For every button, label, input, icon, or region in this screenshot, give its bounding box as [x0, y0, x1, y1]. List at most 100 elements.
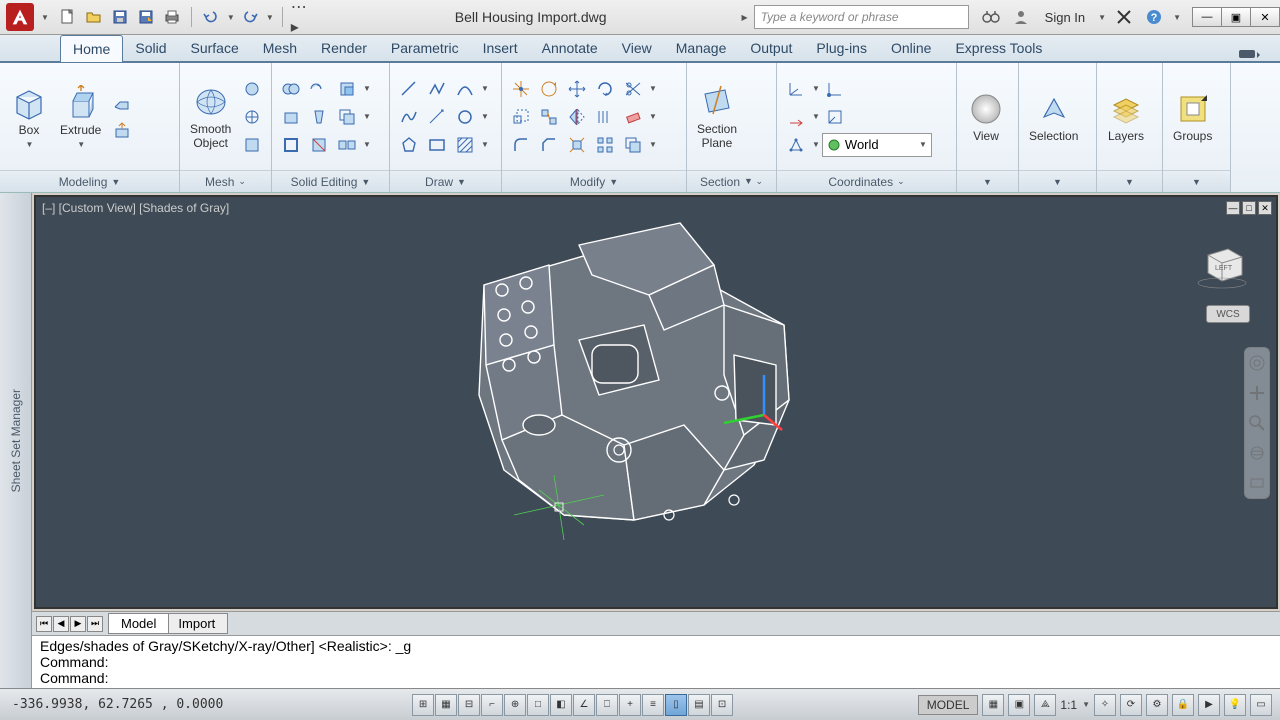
- save-icon[interactable]: [109, 6, 131, 28]
- undo-drop-icon[interactable]: ▼: [227, 13, 235, 22]
- modelspace-button[interactable]: MODEL: [918, 695, 979, 715]
- user-icon[interactable]: [1009, 5, 1033, 29]
- arc-button[interactable]: [452, 76, 478, 102]
- copy-button[interactable]: [620, 132, 646, 158]
- tab-manage[interactable]: Manage: [664, 35, 739, 61]
- offset-button[interactable]: [592, 104, 618, 130]
- hatch-button[interactable]: [452, 132, 478, 158]
- polygon-button[interactable]: [396, 132, 422, 158]
- rectangle-button[interactable]: [424, 132, 450, 158]
- maximize-button[interactable]: ▣: [1221, 7, 1251, 27]
- infer-constraints-button[interactable]: ⊞: [412, 694, 434, 716]
- help-drop-icon[interactable]: ▼: [1173, 13, 1181, 22]
- ucs-x-button[interactable]: [783, 104, 809, 130]
- clean-screen-button[interactable]: ▭: [1250, 694, 1272, 716]
- sheet-set-bar[interactable]: Sheet Set Manager: [0, 193, 32, 688]
- redo-icon[interactable]: [239, 6, 261, 28]
- wcs-badge[interactable]: WCS: [1206, 305, 1250, 323]
- redo-drop-icon[interactable]: ▼: [266, 13, 274, 22]
- separate-button[interactable]: [334, 132, 360, 158]
- navigation-bar[interactable]: [1244, 347, 1270, 499]
- ucs-view-button[interactable]: [822, 104, 848, 130]
- offset-face-button[interactable]: [334, 104, 360, 130]
- qp-button[interactable]: ▤: [688, 694, 710, 716]
- hardware-accel-button[interactable]: ▶: [1198, 694, 1220, 716]
- tab-insert[interactable]: Insert: [471, 35, 530, 61]
- dyn-button[interactable]: +: [619, 694, 641, 716]
- chamfer-button[interactable]: [536, 132, 562, 158]
- qat-more-icon[interactable]: ⋯▸: [291, 6, 313, 28]
- signin-link[interactable]: Sign In: [1039, 10, 1091, 25]
- polar-button[interactable]: ⊕: [504, 694, 526, 716]
- layers-panel-button[interactable]: Layers: [1103, 88, 1149, 145]
- binoculars-icon[interactable]: [979, 5, 1003, 29]
- groups-panel-button[interactable]: Groups: [1169, 88, 1216, 145]
- otrack-button[interactable]: ∠: [573, 694, 595, 716]
- viewcube[interactable]: LEFT: [1194, 237, 1250, 289]
- ucs-world-button[interactable]: [822, 76, 848, 102]
- search-input[interactable]: Type a keyword or phrase: [754, 5, 969, 29]
- grid-button[interactable]: ⊟: [458, 694, 480, 716]
- rotate3d-button[interactable]: [536, 76, 562, 102]
- viewport-min-button[interactable]: —: [1226, 201, 1240, 215]
- signin-drop-icon[interactable]: ▼: [1098, 13, 1106, 22]
- tab-annotate[interactable]: Annotate: [530, 35, 610, 61]
- mirror-button[interactable]: [564, 104, 590, 130]
- ray-button[interactable]: [424, 104, 450, 130]
- print-icon[interactable]: [161, 6, 183, 28]
- quickview-layouts-button[interactable]: ▦: [982, 694, 1004, 716]
- undo-icon[interactable]: [200, 6, 222, 28]
- tab-first-button[interactable]: ⏮: [36, 616, 52, 632]
- isolate-button[interactable]: 💡: [1224, 694, 1246, 716]
- move-button[interactable]: [564, 76, 590, 102]
- ucs-3point-button[interactable]: [783, 132, 809, 158]
- explode-button[interactable]: [564, 132, 590, 158]
- circle-button[interactable]: [452, 104, 478, 130]
- tab-output[interactable]: Output: [738, 35, 804, 61]
- ducs-button[interactable]: ⎕: [596, 694, 618, 716]
- taper-face-button[interactable]: [306, 104, 332, 130]
- annovisibility-button[interactable]: ✧: [1094, 694, 1116, 716]
- tab-mesh[interactable]: Mesh: [251, 35, 309, 61]
- close-button[interactable]: ✕: [1250, 7, 1280, 27]
- trim-button[interactable]: [620, 76, 646, 102]
- viewport-max-button[interactable]: □: [1242, 201, 1256, 215]
- command-line[interactable]: Edges/shades of Gray/SKetchy/X-ray/Other…: [32, 635, 1280, 688]
- erase-button[interactable]: [620, 104, 646, 130]
- polysolid-button[interactable]: [109, 90, 135, 116]
- tab-solid[interactable]: Solid: [123, 35, 178, 61]
- array-button[interactable]: [592, 132, 618, 158]
- rotate-button[interactable]: [592, 76, 618, 102]
- saveas-icon[interactable]: [135, 6, 157, 28]
- extrude-face-button[interactable]: [278, 104, 304, 130]
- steering-wheel-icon[interactable]: [1248, 354, 1266, 372]
- coord-system-select[interactable]: World ▼: [822, 133, 932, 157]
- align-button[interactable]: [536, 104, 562, 130]
- tab-last-button[interactable]: ⏭: [87, 616, 103, 632]
- app-logo-icon[interactable]: [6, 3, 34, 31]
- tpy-button[interactable]: ▯: [665, 694, 687, 716]
- orbit-icon[interactable]: [1248, 444, 1266, 462]
- layout-tab-import[interactable]: Import: [165, 613, 228, 634]
- new-icon[interactable]: [57, 6, 79, 28]
- ribbon-options-icon[interactable]: [1238, 47, 1260, 61]
- smooth-object-button[interactable]: Smooth Object: [186, 81, 235, 151]
- minimize-button[interactable]: —: [1192, 7, 1222, 27]
- tab-online[interactable]: Online: [879, 35, 943, 61]
- tab-surface[interactable]: Surface: [179, 35, 251, 61]
- line-button[interactable]: [396, 76, 422, 102]
- tab-render[interactable]: Render: [309, 35, 379, 61]
- spline-button[interactable]: [396, 104, 422, 130]
- tab-home[interactable]: Home: [60, 35, 123, 62]
- tab-parametric[interactable]: Parametric: [379, 35, 471, 61]
- pan-icon[interactable]: [1248, 384, 1266, 402]
- annotation-scale[interactable]: 1:1: [1060, 698, 1077, 712]
- lwt-button[interactable]: ≡: [642, 694, 664, 716]
- layout-tab-model[interactable]: Model: [108, 613, 169, 634]
- workspace-button[interactable]: ⚙: [1146, 694, 1168, 716]
- annoscale-icon[interactable]: ⟁: [1034, 694, 1056, 716]
- help-icon[interactable]: ?: [1142, 5, 1166, 29]
- mesh-more-2[interactable]: [239, 104, 265, 130]
- mesh-more-3[interactable]: [239, 132, 265, 158]
- selection-panel-button[interactable]: Selection: [1025, 88, 1082, 145]
